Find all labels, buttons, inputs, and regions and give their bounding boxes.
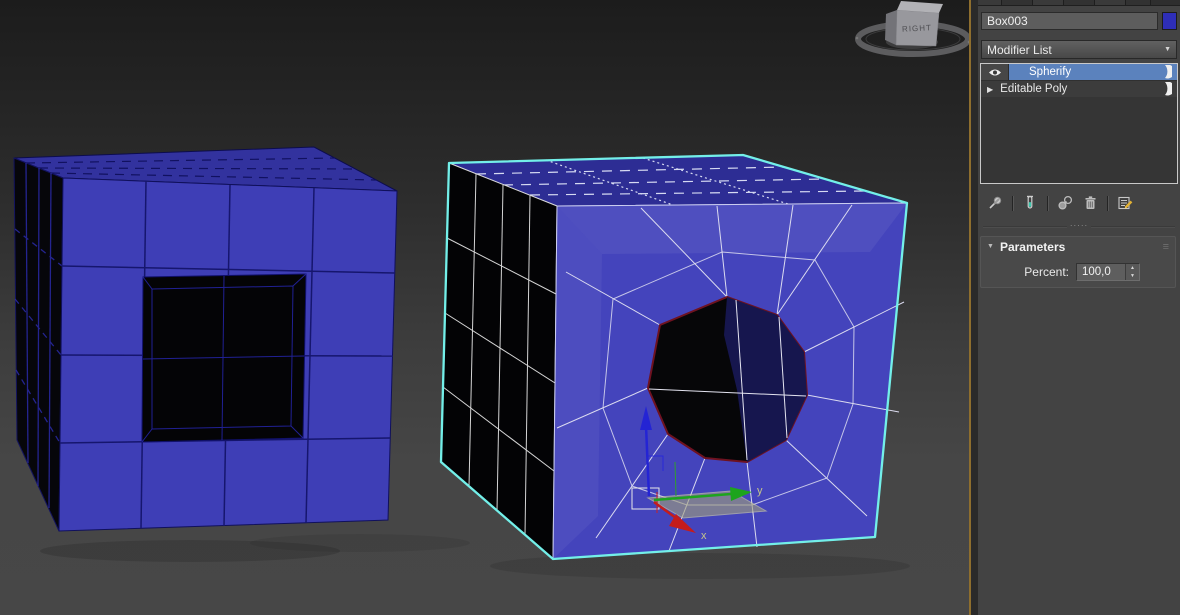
viewcube-tick <box>855 36 859 40</box>
panel-separator: ····· <box>983 222 1176 230</box>
modifier-name: Spherify <box>1029 66 1072 78</box>
remove-modifier-button[interactable] <box>1083 195 1098 211</box>
left-cube-object[interactable] <box>13 146 398 532</box>
front-face-sheen <box>557 203 907 254</box>
toolbar-separator <box>1012 195 1013 211</box>
configure-modifier-sets-button[interactable] <box>1117 195 1134 211</box>
panel-edge-strip[interactable] <box>971 0 978 615</box>
modifier-name: Editable Poly <box>1000 83 1068 95</box>
modifier-active-toggle-icon[interactable] <box>1164 65 1172 79</box>
percent-spinner[interactable]: ▲ ▼ <box>1125 263 1139 280</box>
spinner-down-icon[interactable]: ▼ <box>1126 272 1139 280</box>
parameters-rollout-header[interactable]: ▼ Parameters ≡ <box>981 237 1175 256</box>
panel-tab[interactable] <box>1126 0 1151 5</box>
percent-spinner-field[interactable]: 100,0 ▲ ▼ <box>1076 262 1140 281</box>
gizmo-x-label: x <box>701 530 707 542</box>
make-unique-button[interactable] <box>1057 195 1074 211</box>
panel-tab[interactable] <box>1095 0 1126 5</box>
modifier-active-toggle-icon[interactable] <box>1164 82 1172 96</box>
panel-tab[interactable] <box>1033 0 1064 5</box>
viewcube-face-label: RIGHT <box>902 23 932 34</box>
modifier-list-label: Modifier List <box>987 42 1052 57</box>
modifier-stack: Spherify ▶ Editable Poly <box>980 63 1178 184</box>
object-color-swatch[interactable] <box>1162 12 1177 30</box>
separator-grip-icon[interactable]: ····· <box>1070 222 1088 230</box>
chevron-down-icon: ▼ <box>1164 46 1171 53</box>
eye-icon <box>988 69 1001 75</box>
toolbar-separator <box>1047 195 1048 211</box>
object-name-input[interactable]: Box003 <box>981 12 1158 30</box>
gizmo-y-label: y <box>757 485 763 497</box>
expand-arrow-icon[interactable]: ▶ <box>987 85 993 94</box>
modifier-stack-item-spherify[interactable]: Spherify <box>981 64 1177 80</box>
modifier-list-dropdown[interactable]: Modifier List ▼ <box>981 40 1177 59</box>
command-panel: Box003 Modifier List ▼ Spherify ▶ Editab… <box>971 0 1180 615</box>
show-end-result-button[interactable] <box>1022 195 1038 211</box>
modifier-visibility-cell[interactable] <box>981 64 1009 80</box>
modifier-stack-item-editable-poly[interactable]: ▶ Editable Poly <box>981 80 1177 97</box>
panel-tab[interactable] <box>1002 0 1033 5</box>
viewcube-left-face[interactable] <box>885 10 897 45</box>
viewport-canvas[interactable]: y x RIGHT <box>0 0 969 615</box>
toolbar-separator <box>1107 195 1108 211</box>
viewcube[interactable]: RIGHT <box>855 1 969 57</box>
collapse-arrow-icon: ▼ <box>987 243 994 250</box>
rollout-title: Parameters <box>999 239 1066 254</box>
panel-tab[interactable] <box>978 0 1002 5</box>
percent-value[interactable]: 100,0 <box>1077 264 1125 280</box>
panel-tab[interactable] <box>1064 0 1095 5</box>
percent-label: Percent: <box>1024 264 1069 279</box>
rollout-grip-icon[interactable]: ≡ <box>1163 241 1169 253</box>
front-face-sheen-left <box>553 206 602 559</box>
command-panel-tabs[interactable] <box>978 0 1180 6</box>
pin-stack-button[interactable] <box>987 195 1003 211</box>
spinner-up-icon[interactable]: ▲ <box>1126 264 1139 272</box>
parameters-rollout: ▼ Parameters ≡ Percent: 100,0 ▲ ▼ <box>980 236 1176 288</box>
modifier-stack-toolbar <box>978 192 1180 214</box>
